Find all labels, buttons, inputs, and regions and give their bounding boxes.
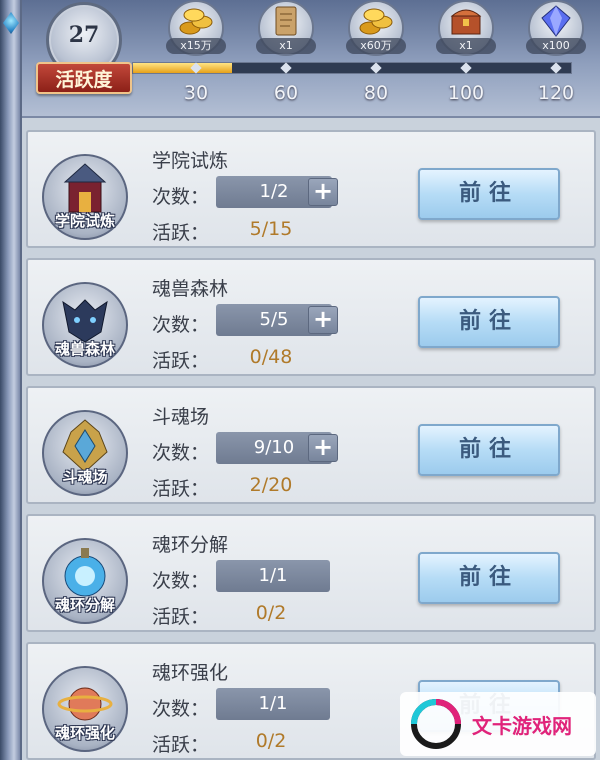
gold-coins-icon <box>179 8 213 35</box>
task-active-value: 0/2 <box>255 602 287 624</box>
active-label: 活跃： <box>152 734 210 756</box>
reward-chest-60[interactable]: x1 <box>256 0 316 56</box>
milestone-label: 60 <box>273 82 299 104</box>
task-title: 魂兽森林 <box>152 278 229 300</box>
count-label: 次数： <box>152 698 210 720</box>
task-title: 魂环分解 <box>152 534 229 556</box>
reward-count: x1 <box>256 38 316 54</box>
frame-gem-icon <box>3 12 19 34</box>
milestone-label: 100 <box>447 82 485 104</box>
task-icon-caption: 斗魂场 <box>62 468 108 486</box>
add-attempts-button[interactable]: + <box>308 178 338 206</box>
scroll-icon <box>275 6 297 36</box>
reward-chest-120[interactable]: x100 <box>526 0 586 56</box>
add-attempts-button[interactable]: + <box>308 434 338 462</box>
go-button[interactable]: 前往 <box>418 296 560 348</box>
count-label: 次数： <box>152 570 210 592</box>
task-icon-caption: 魂兽森林 <box>54 340 115 358</box>
reward-count: x15万 <box>166 38 226 54</box>
crystal-gem-icon <box>541 5 571 37</box>
task-title: 学院试炼 <box>152 150 229 172</box>
count-label: 次数： <box>152 442 210 464</box>
task-title: 魂环强化 <box>152 662 229 684</box>
milestone-label: 80 <box>363 82 389 104</box>
task-row-soul-arena: 斗魂场 斗魂场 次数： 9/10 + 活跃： 2/20 前往 <box>26 386 596 504</box>
go-button[interactable]: 前往 <box>418 168 560 220</box>
task-icon-caption: 魂环分解 <box>54 596 115 614</box>
reward-count: x100 <box>526 38 586 54</box>
task-active-value: 5/15 <box>249 218 293 240</box>
add-attempts-button[interactable]: + <box>308 306 338 334</box>
activity-progress-fill <box>133 63 232 73</box>
go-button[interactable]: 前往 <box>418 552 560 604</box>
count-label: 次数： <box>152 314 210 336</box>
task-title: 斗魂场 <box>152 406 210 428</box>
watermark-logo-icon <box>411 699 461 749</box>
task-icon: 学院试炼 <box>42 154 128 240</box>
milestone-label: 120 <box>537 82 575 104</box>
task-icon: 魂环强化 <box>42 666 128 752</box>
reward-count: x60万 <box>346 38 406 54</box>
active-label: 活跃： <box>152 222 210 244</box>
reward-count: x1 <box>436 38 496 54</box>
task-count-value: 1/1 <box>216 688 330 720</box>
reward-chest-30[interactable]: x15万 <box>166 0 226 56</box>
task-active-value: 2/20 <box>249 474 293 496</box>
gold-coins-icon <box>359 8 393 35</box>
task-icon: 魂环分解 <box>42 538 128 624</box>
task-icon-caption: 学院试炼 <box>54 212 115 230</box>
task-row-academy-trial: 学院试炼 学院试炼 次数： 1/2 + 活跃： 5/15 前往 <box>26 130 596 248</box>
activity-level-number: 27 <box>68 22 100 48</box>
site-watermark: 文卡游戏网 <box>400 692 596 756</box>
treasure-chest-icon <box>450 9 482 35</box>
task-icon: 魂兽森林 <box>42 282 128 368</box>
activity-label: 活跃度 <box>36 62 132 94</box>
left-frame-border <box>0 0 22 760</box>
task-row-soul-ring-decompose: 魂环分解 魂环分解 次数： 1/1 活跃： 0/2 前往 <box>26 514 596 632</box>
go-button[interactable]: 前往 <box>418 424 560 476</box>
task-icon: 斗魂场 <box>42 410 128 496</box>
task-active-value: 0/2 <box>255 730 287 752</box>
count-label: 次数： <box>152 186 210 208</box>
activity-progress-bar: 27 活跃度 x15万 x1 x60万 x1 x100 30 60 80 100… <box>22 0 600 118</box>
milestone-label: 30 <box>183 82 209 104</box>
reward-chest-80[interactable]: x60万 <box>346 0 406 56</box>
watermark-text: 文卡游戏网 <box>472 714 572 738</box>
task-icon-caption: 魂环强化 <box>54 724 115 742</box>
task-row-beast-forest: 魂兽森林 魂兽森林 次数： 5/5 + 活跃： 0/48 前往 <box>26 258 596 376</box>
reward-chest-100[interactable]: x1 <box>436 0 496 56</box>
active-label: 活跃： <box>152 478 210 500</box>
task-count-value: 1/1 <box>216 560 330 592</box>
active-label: 活跃： <box>152 606 210 628</box>
task-active-value: 0/48 <box>249 346 293 368</box>
active-label: 活跃： <box>152 350 210 372</box>
